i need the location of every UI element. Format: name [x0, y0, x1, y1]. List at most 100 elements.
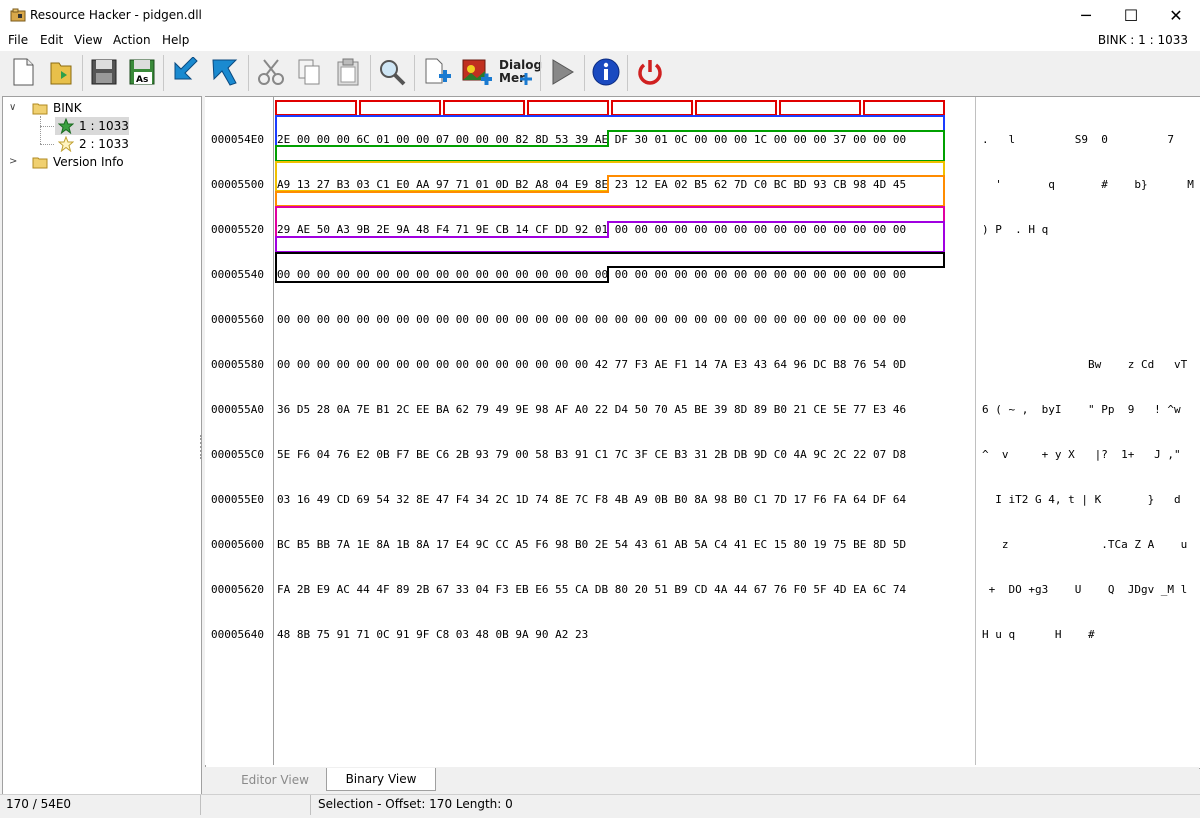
hex-row[interactable]: 00 00 00 00 00 00 00 00 00 00 00 00 00 0… [277, 312, 906, 327]
address: 00005540 [211, 268, 264, 281]
hex-row[interactable]: 5E F6 04 76 E2 0B F7 BE C6 2B 93 79 00 5… [277, 447, 906, 462]
status-bar [0, 794, 1200, 818]
tab-editor-view[interactable]: Editor View [224, 770, 326, 790]
tab-binary-view[interactable]: Binary View [326, 768, 436, 791]
play-icon [552, 59, 574, 85]
collapse-icon[interactable]: ∨ [9, 102, 16, 113]
ascii-row: Bw z Cd vT [982, 358, 1188, 371]
status-offset: 170 / 54E0 [6, 797, 72, 811]
dialog-menu-button[interactable]: Dialog Mer [499, 55, 542, 89]
field-box [275, 175, 945, 207]
svg-text:As: As [136, 75, 148, 85]
ascii-row: ' q # b} M [982, 178, 1194, 191]
field-box [275, 252, 945, 283]
toolbar-separator [627, 55, 628, 91]
ascii-row: I iT2 G 4, t | K } d [982, 493, 1181, 506]
hex-row[interactable]: 48 8B 75 91 71 0C 91 9F C8 03 48 0B 9A 9… [277, 627, 906, 642]
maximize-icon: ☐ [1123, 6, 1139, 25]
status-selection: Selection - Offset: 170 Length: 0 [318, 797, 513, 811]
menu-file[interactable]: File [8, 33, 28, 47]
power-icon [638, 60, 662, 85]
image-add-icon [462, 59, 492, 85]
hex-row[interactable]: 03 16 49 CD 69 54 32 8E 47 F4 34 2C 1D 7… [277, 492, 906, 507]
toolbar-separator [248, 55, 249, 91]
address-list: 000054E0 00005500 00005520 00005540 0000… [211, 102, 264, 657]
ascii-row: . l S9 0 7 [982, 133, 1175, 146]
expand-icon[interactable]: > [9, 156, 17, 167]
cut-button[interactable] [254, 55, 288, 89]
field-box [779, 100, 861, 116]
hex-row[interactable]: 00 00 00 00 00 00 00 00 00 00 00 00 00 0… [277, 357, 906, 372]
open-file-button[interactable] [44, 55, 78, 89]
save-icon [91, 59, 117, 85]
tree-line [40, 144, 54, 145]
new-file-icon [13, 58, 34, 86]
maximize-button[interactable]: ☐ [1108, 0, 1154, 31]
add-resource-button[interactable] [420, 55, 454, 89]
hex-row[interactable]: 36 D5 28 0A 7E B1 2C EE BA 62 79 49 9E 9… [277, 402, 906, 417]
address: 000055E0 [211, 493, 264, 506]
address: 00005620 [211, 583, 264, 596]
menu-action[interactable]: Action [113, 33, 151, 47]
arrow-up-left-icon [212, 59, 238, 86]
info-icon [592, 58, 620, 86]
status-divider [200, 795, 201, 815]
search-icon [380, 60, 406, 86]
field-highlight-overlay [275, 100, 945, 283]
toolbar-separator [370, 55, 371, 91]
resource-tree [2, 96, 202, 795]
toolbar-separator [163, 55, 164, 91]
menu-edit[interactable]: Edit [40, 33, 63, 47]
address: 00005580 [211, 358, 264, 371]
about-button[interactable] [589, 55, 623, 89]
compile-button[interactable] [169, 55, 203, 89]
copy-button[interactable] [292, 55, 326, 89]
field-box [611, 100, 693, 116]
close-icon: ✕ [1169, 6, 1183, 25]
paste-button[interactable] [331, 55, 365, 89]
star-icon [58, 136, 74, 152]
ascii-text[interactable]: . l S9 0 7 ' q # b} M ) P . H q Bw z Cd … [982, 102, 1194, 657]
field-box [275, 100, 357, 116]
menu-view[interactable]: View [74, 33, 102, 47]
run-button[interactable] [545, 55, 579, 89]
ascii-row [982, 267, 1194, 282]
tree-node-version-info[interactable]: Version Info [53, 155, 124, 169]
field-box [359, 100, 441, 116]
ascii-row: 6 ( ~ , byI " Pp 9 ! ^w [982, 403, 1181, 416]
toolbar-separator [82, 55, 83, 91]
address: 000054E0 [211, 133, 264, 146]
ascii-row: ) P . H q [982, 223, 1049, 236]
field-box [527, 100, 609, 116]
address: 00005500 [211, 178, 264, 191]
toolbar-separator [414, 55, 415, 91]
exit-button[interactable] [633, 55, 667, 89]
minimize-button[interactable]: ─ [1063, 0, 1109, 31]
select-button[interactable] [208, 55, 242, 89]
hex-row[interactable]: BC B5 BB 7A 1E 8A 1B 8A 17 E4 9C CC A5 F… [277, 537, 906, 552]
ascii-row: ^ v + y X |? 1+ J ," [982, 448, 1181, 461]
save-button[interactable] [87, 55, 121, 89]
close-button[interactable]: ✕ [1153, 0, 1199, 31]
ascii-row: + DO +g3 U Q JDgv _M l [982, 583, 1188, 596]
new-file-button[interactable] [6, 55, 40, 89]
find-button[interactable] [375, 55, 409, 89]
arrow-down-left-icon [174, 57, 198, 80]
minimize-icon: ─ [1081, 6, 1091, 25]
menu-help[interactable]: Help [162, 33, 189, 47]
field-box [863, 100, 945, 116]
plus-icon [520, 73, 532, 85]
save-as-icon: As [129, 59, 155, 85]
paste-icon [337, 58, 359, 86]
tree-node-bink[interactable]: BINK [53, 101, 82, 115]
address: 00005520 [211, 223, 264, 236]
tree-line [40, 116, 41, 144]
resource-label: BINK : 1 : 1033 [1097, 33, 1188, 47]
save-as-button[interactable]: As [125, 55, 159, 89]
add-image-button[interactable] [460, 55, 494, 89]
window-title: Resource Hacker - pidgen.dll [30, 8, 202, 22]
open-folder-icon [50, 62, 72, 85]
hex-row[interactable]: FA 2B E9 AC 44 4F 89 2B 67 33 04 F3 EB E… [277, 582, 906, 597]
tree-node-1-1033[interactable]: 1 : 1033 [79, 119, 129, 133]
tree-node-2-1033[interactable]: 2 : 1033 [79, 137, 129, 151]
